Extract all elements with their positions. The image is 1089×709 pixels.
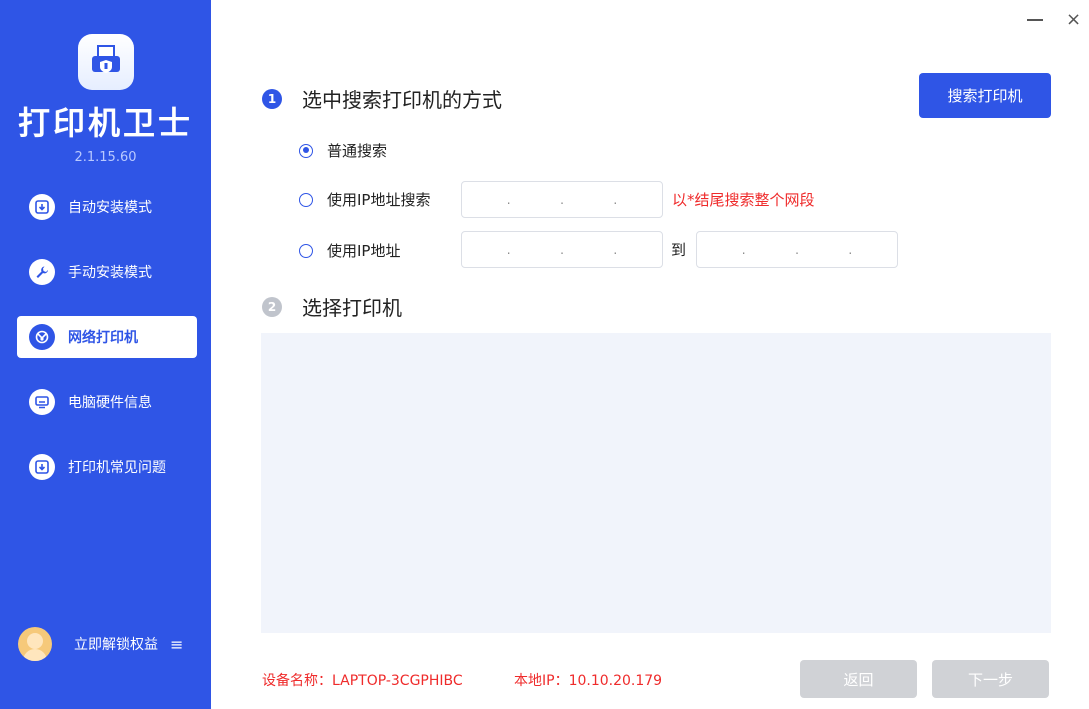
next-button[interactable]: 下一步 xyxy=(932,660,1049,698)
close-icon[interactable]: × xyxy=(1066,10,1086,30)
option-label: 使用IP地址 xyxy=(327,242,401,260)
ip-separator: . xyxy=(506,242,511,257)
sidebar-item-auto-install[interactable]: 自动安装模式 xyxy=(17,186,197,228)
app-version: 2.1.15.60 xyxy=(74,150,137,165)
ip-separator: . xyxy=(741,242,746,257)
download-icon xyxy=(29,194,55,220)
step2-header: 2 选择打印机 xyxy=(262,292,402,321)
radio-ip-search[interactable] xyxy=(299,192,313,207)
download-icon xyxy=(29,454,55,480)
sidebar-item-network-printer[interactable]: 网络打印机 xyxy=(17,316,197,358)
app-name: 打印机卫士 xyxy=(17,104,193,142)
ip-range-start-input[interactable]: . . . xyxy=(461,231,663,268)
sidebar: 打印机卫士 2.1.15.60 自动安装模式 手动安装模式 网络打印机 电脑硬件… xyxy=(0,0,211,709)
unlock-benefits-label: 立即解锁权益 xyxy=(74,637,158,653)
option-ip-search[interactable]: 使用IP地址搜索 xyxy=(299,189,430,210)
avatar xyxy=(18,627,52,661)
ip-separator: . xyxy=(560,192,564,207)
sidebar-item-label: 网络打印机 xyxy=(68,330,138,346)
radio-ip-range[interactable] xyxy=(299,243,313,258)
search-printer-button[interactable]: 搜索打印机 xyxy=(919,73,1051,118)
option-label: 普通搜索 xyxy=(327,142,388,160)
ip-separator: . xyxy=(848,242,853,257)
sidebar-item-label: 电脑硬件信息 xyxy=(68,395,152,411)
sidebar-item-label: 手动安装模式 xyxy=(68,265,152,281)
ip-separator: . xyxy=(795,242,799,257)
ip-range-end-input[interactable]: . . . xyxy=(696,231,898,268)
step1-title: 选中搜索打印机的方式 xyxy=(302,88,502,112)
ip-separator: . xyxy=(560,242,564,257)
device-name: 设备名称：LAPTOP-3CGPHIBC xyxy=(262,673,463,689)
monitor-icon xyxy=(29,389,55,415)
sidebar-item-label: 打印机常见问题 xyxy=(68,460,166,476)
option-label: 使用IP地址搜索 xyxy=(327,191,431,209)
local-ip: 本地IP：10.10.20.179 xyxy=(514,673,663,689)
sidebar-item-hardware-info[interactable]: 电脑硬件信息 xyxy=(17,381,197,423)
ip-search-input[interactable]: . . . xyxy=(461,181,663,218)
printer-shield-icon xyxy=(92,45,120,73)
printer-results-panel[interactable] xyxy=(261,333,1051,633)
wrench-icon xyxy=(29,259,55,285)
network-icon xyxy=(29,324,55,350)
radio-normal-search[interactable] xyxy=(299,143,313,158)
ip-search-hint: 以*结尾搜索整个网段 xyxy=(672,191,815,209)
app-logo xyxy=(78,34,134,90)
ip-separator: . xyxy=(613,192,618,207)
sidebar-item-manual-install[interactable]: 手动安装模式 xyxy=(17,251,197,293)
unlock-benefits-button[interactable]: 立即解锁权益 ≡ xyxy=(18,627,198,661)
step1-number: 1 xyxy=(262,88,282,109)
sidebar-item-label: 自动安装模式 xyxy=(68,200,152,216)
ip-separator: . xyxy=(506,192,511,207)
option-normal-search[interactable]: 普通搜索 xyxy=(299,140,387,161)
ip-range-to-label: 到 xyxy=(671,241,687,259)
ip-separator: . xyxy=(613,242,618,257)
menu-icon[interactable]: ≡ xyxy=(170,635,183,654)
minimize-icon[interactable] xyxy=(1025,10,1045,30)
step2-title: 选择打印机 xyxy=(302,296,402,320)
option-ip-range[interactable]: 使用IP地址 xyxy=(299,240,400,261)
step1-header: 1 选中搜索打印机的方式 xyxy=(262,84,502,113)
back-button[interactable]: 返回 xyxy=(800,660,917,698)
step2-number: 2 xyxy=(262,296,282,317)
sidebar-item-printer-faq[interactable]: 打印机常见问题 xyxy=(17,446,197,488)
